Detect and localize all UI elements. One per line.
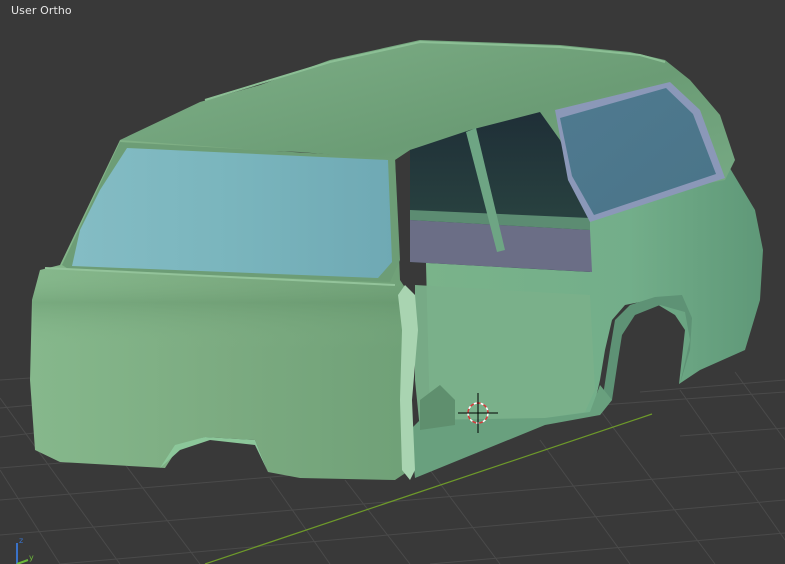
front-face-shade xyxy=(32,270,410,400)
windshield xyxy=(72,148,392,278)
3d-viewport[interactable]: User Ortho z y xyxy=(0,0,785,564)
view-mode-label: User Ortho xyxy=(11,4,72,17)
axis-y-line xyxy=(16,559,29,564)
viewport-scene[interactable] xyxy=(0,0,785,564)
axes-gizmo[interactable] xyxy=(16,543,29,564)
axis-y-label: y xyxy=(29,553,34,562)
vehicle-model[interactable] xyxy=(30,40,763,480)
axis-z-label: z xyxy=(19,536,24,545)
